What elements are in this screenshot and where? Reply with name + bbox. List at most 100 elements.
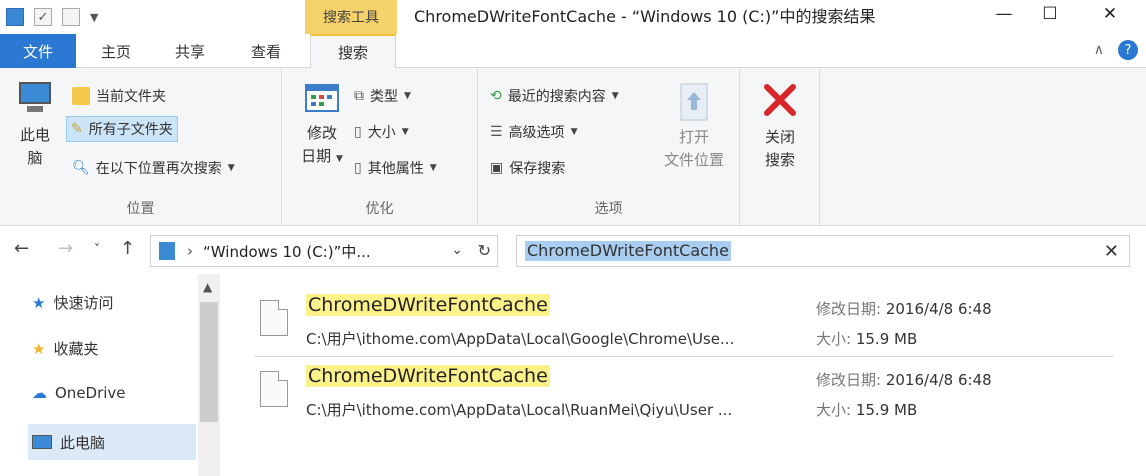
file-path: C:\用户\ithome.com\AppData\Local\RuanMei\Q… bbox=[306, 401, 733, 419]
group-location: 此电 脑 当前文件夹 ✎ 所有子文件夹 🔍︎ 在以下位置再次搜索 ▼ 位置 bbox=[0, 68, 282, 226]
file-size: 大小: 15.9 MB bbox=[816, 401, 918, 419]
nav-item-this-pc[interactable]: 此电脑 bbox=[28, 424, 196, 460]
recent-searches-button[interactable]: ⟲ 最近的搜索内容 ▼ bbox=[490, 86, 619, 106]
search-again-label: 在以下位置再次搜索 bbox=[95, 161, 222, 177]
this-pc-label-1: 此电 bbox=[19, 126, 50, 144]
advanced-options-button[interactable]: ☰ 高级选项 ▼ bbox=[490, 122, 577, 142]
search-again-button[interactable]: 🔍︎ 在以下位置再次搜索 ▼ bbox=[72, 158, 235, 178]
group-label-refine: 优化 bbox=[365, 201, 394, 217]
scroll-up-icon[interactable]: ▲ bbox=[203, 280, 212, 294]
chevron-down-icon: ▼ bbox=[570, 127, 578, 137]
nav-item-label: OneDrive bbox=[55, 384, 126, 402]
nav-item-quick-access[interactable]: ★ 快速访问 bbox=[32, 292, 113, 313]
help-icon[interactable]: ? bbox=[1118, 40, 1138, 60]
minimize-button[interactable]: — bbox=[984, 0, 1024, 28]
maximize-button[interactable]: ☐ bbox=[1030, 0, 1070, 28]
chevron-down-icon: ▼ bbox=[227, 163, 235, 173]
other-properties-button[interactable]: ▯ 其他属性 ▼ bbox=[354, 158, 437, 178]
folder-icon bbox=[72, 87, 90, 105]
clear-search-icon[interactable]: ✕ bbox=[1104, 241, 1119, 262]
close-search-button[interactable]: 关闭 搜索 bbox=[750, 82, 810, 172]
close-button[interactable]: ✕ bbox=[1090, 0, 1130, 28]
open-file-location-button[interactable]: 打开 文件位置 bbox=[654, 82, 734, 172]
tab-share[interactable]: 共享 bbox=[158, 34, 222, 68]
calendar-icon bbox=[305, 84, 339, 112]
kind-button[interactable]: ⧉ 类型 ▼ bbox=[354, 86, 411, 106]
group-refine: 修改 日期 ▼ ⧉ 类型 ▼ ▯ 大小 ▼ ▯ 其他属性 ▼ 优化 bbox=[282, 68, 478, 226]
tab-search[interactable]: 搜索 bbox=[310, 34, 396, 69]
navigation-pane: ★ 快速访问 ★ 收藏夹 ☁ OneDrive 此电脑 ▲ bbox=[0, 274, 222, 476]
file-name[interactable]: ChromeDWriteFontCache bbox=[306, 294, 550, 316]
search-input[interactable]: ChromeDWriteFontCache ✕ bbox=[516, 235, 1130, 267]
this-pc-button[interactable]: 此电 脑 bbox=[10, 82, 60, 170]
back-arrow-icon[interactable]: ← bbox=[14, 238, 29, 259]
nav-item-label: 此电脑 bbox=[60, 433, 106, 452]
properties-page-icon: ▯ bbox=[354, 160, 362, 176]
address-dropdown-chevron-icon[interactable]: ⌄ bbox=[451, 242, 463, 258]
explorer-app-icon[interactable] bbox=[6, 8, 24, 26]
subfolder-icon: ✎ bbox=[71, 121, 83, 137]
computer-icon bbox=[17, 82, 53, 116]
date-modified: 修改日期: 2016/4/8 6:48 bbox=[816, 371, 992, 389]
title-bar: ✓ ▼ 搜索工具 ChromeDWriteFontCache - “Window… bbox=[0, 0, 1146, 34]
tab-file[interactable]: 文件 bbox=[0, 34, 76, 68]
list-item[interactable]: ChromeDWriteFontCache C:\用户\ithome.com\A… bbox=[254, 286, 1114, 354]
file-path: C:\用户\ithome.com\AppData\Local\Google\Ch… bbox=[306, 330, 735, 348]
file-explorer-window: ✓ ▼ 搜索工具 ChromeDWriteFontCache - “Window… bbox=[0, 0, 1146, 476]
group-label-options: 选项 bbox=[594, 201, 623, 217]
other-properties-label: 其他属性 bbox=[367, 161, 424, 177]
breadcrumb-separator-icon: › bbox=[187, 242, 193, 260]
file-name[interactable]: ChromeDWriteFontCache bbox=[306, 365, 550, 387]
chevron-down-icon: ▼ bbox=[404, 91, 411, 101]
quick-access-toolbar: ✓ ▼ bbox=[0, 0, 98, 34]
current-folder-button[interactable]: 当前文件夹 bbox=[72, 86, 166, 106]
close-red-x-icon bbox=[764, 84, 796, 116]
forward-arrow-icon[interactable]: → bbox=[58, 238, 73, 259]
this-pc-label-2: 脑 bbox=[27, 149, 43, 167]
tab-view[interactable]: 查看 bbox=[234, 34, 298, 68]
nav-item-favorites[interactable]: ★ 收藏夹 bbox=[32, 338, 98, 359]
scrollbar-thumb[interactable] bbox=[200, 302, 218, 422]
recent-icon: ⟲ bbox=[490, 88, 502, 104]
search-icon: 🔍︎ bbox=[72, 160, 90, 176]
window-title: ChromeDWriteFontCache - “Windows 10 (C:)… bbox=[414, 7, 876, 26]
save-search-button[interactable]: ▣ 保存搜索 bbox=[490, 158, 565, 178]
size-label: 大小 bbox=[367, 125, 396, 141]
size-button[interactable]: ▯ 大小 ▼ bbox=[354, 122, 409, 142]
chevron-down-icon: ▼ bbox=[401, 127, 409, 137]
up-arrow-icon[interactable]: ↑ bbox=[120, 238, 135, 259]
new-folder-icon[interactable] bbox=[62, 8, 80, 26]
cloud-icon: ☁ bbox=[32, 384, 47, 402]
ribbon-tabs: 文件 主页 共享 查看 搜索 ∧ ? bbox=[0, 34, 1146, 69]
nav-item-onedrive[interactable]: ☁ OneDrive bbox=[32, 384, 126, 402]
tab-home[interactable]: 主页 bbox=[84, 34, 148, 68]
date-modified-label-2: 日期 ▼ bbox=[301, 147, 343, 165]
save-icon: ▣ bbox=[490, 160, 504, 176]
file-icon bbox=[260, 371, 288, 407]
search-results: ChromeDWriteFontCache C:\用户\ithome.com\A… bbox=[222, 274, 1146, 476]
close-search-label-2: 搜索 bbox=[764, 151, 795, 169]
address-path[interactable]: “Windows 10 (C:)”中... bbox=[203, 241, 371, 262]
properties-icon[interactable]: ✓ bbox=[34, 8, 52, 26]
search-query-text[interactable]: ChromeDWriteFontCache bbox=[525, 241, 731, 261]
nav-scrollbar[interactable]: ▲ bbox=[198, 274, 220, 476]
nav-item-label: 收藏夹 bbox=[53, 340, 99, 358]
kind-label: 类型 bbox=[370, 89, 398, 105]
favorites-star-icon: ★ bbox=[32, 339, 46, 358]
advanced-options-icon: ☰ bbox=[490, 124, 503, 140]
open-location-label-2: 文件位置 bbox=[663, 151, 724, 169]
collapse-ribbon-icon[interactable]: ∧ bbox=[1094, 42, 1104, 58]
list-item[interactable]: ChromeDWriteFontCache C:\用户\ithome.com\A… bbox=[254, 356, 1114, 424]
save-search-label: 保存搜索 bbox=[509, 161, 566, 177]
context-tab-search-tools: 搜索工具 bbox=[305, 0, 397, 34]
chevron-down-icon: ▼ bbox=[611, 91, 619, 101]
chevron-down-icon: ▼ bbox=[429, 163, 437, 173]
current-folder-label: 当前文件夹 bbox=[96, 89, 166, 105]
ribbon-controls: ∧ ? bbox=[1094, 40, 1138, 60]
recent-locations-chevron-icon[interactable]: ˅ bbox=[94, 242, 100, 256]
address-bar[interactable]: › “Windows 10 (C:)”中... ⌄ ↻ bbox=[150, 235, 498, 267]
date-modified-button[interactable]: 修改 日期 ▼ bbox=[294, 82, 350, 171]
refresh-icon[interactable]: ↻ bbox=[478, 241, 491, 260]
customize-toolbar-chevron-icon[interactable]: ▼ bbox=[90, 11, 98, 24]
all-subfolders-button[interactable]: ✎ 所有子文件夹 bbox=[66, 116, 178, 142]
